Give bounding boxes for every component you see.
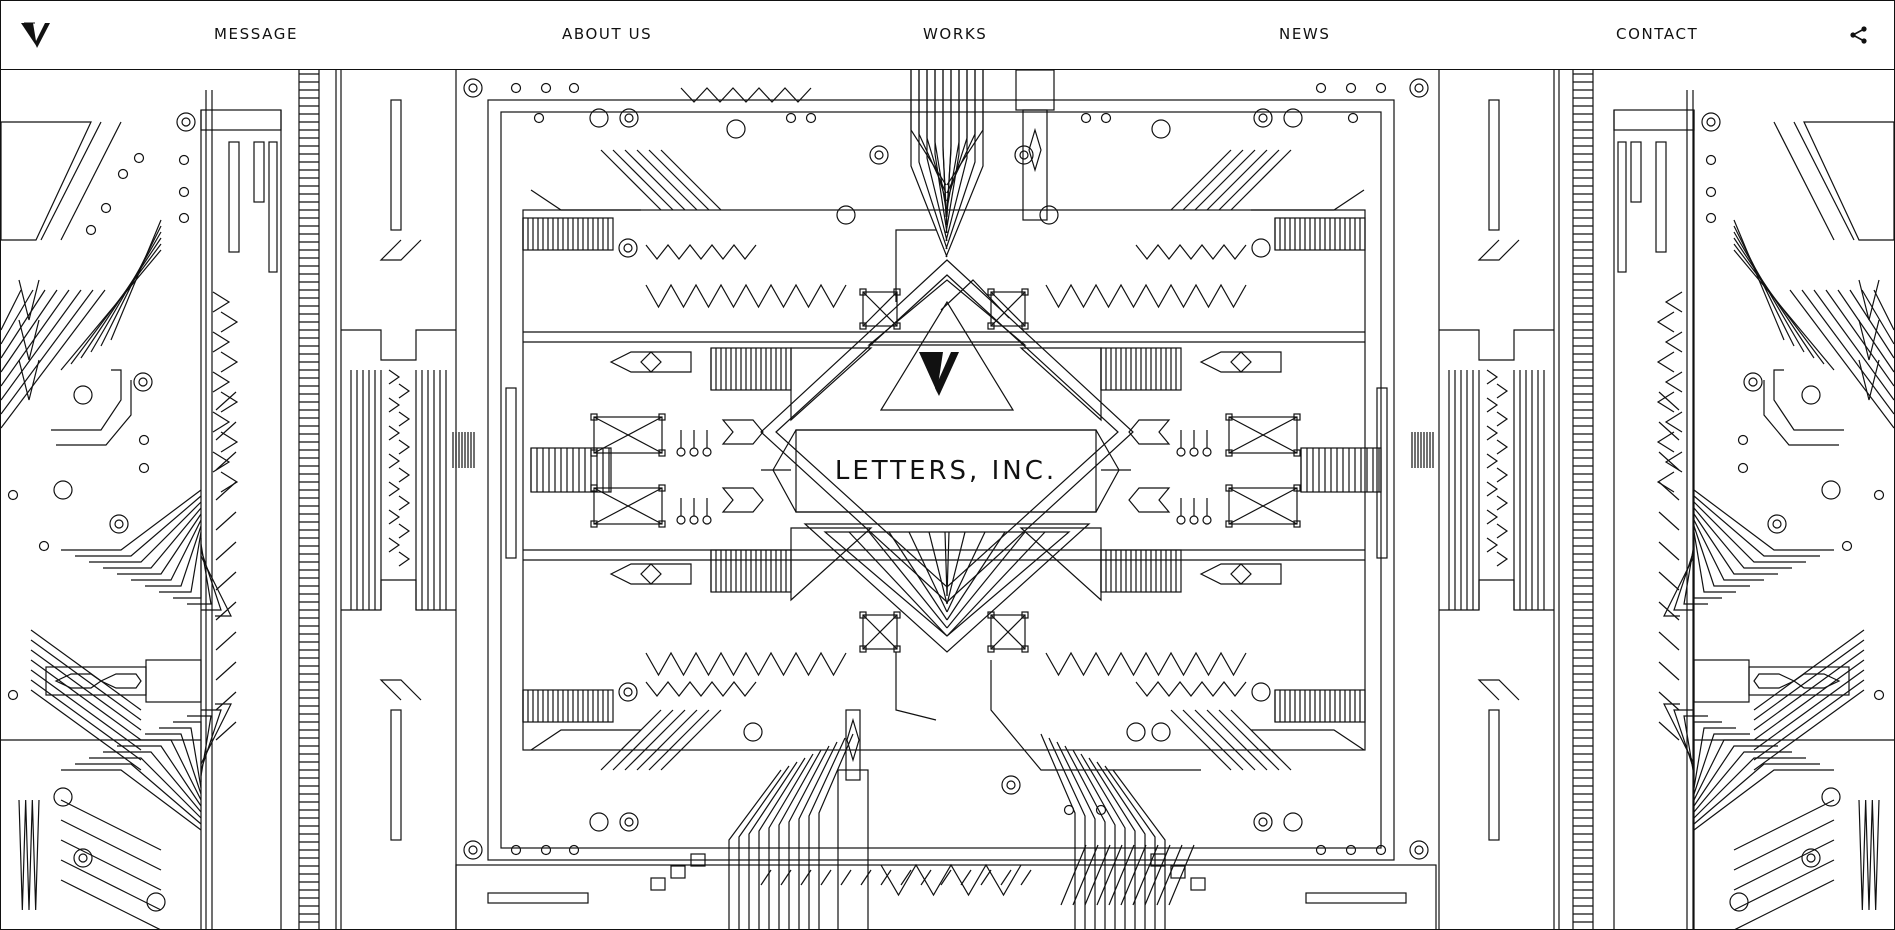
- nav-works[interactable]: WORKS: [923, 25, 987, 43]
- v-monogram-icon[interactable]: [21, 21, 51, 49]
- site-header: MESSAGE ABOUT US WORKS NEWS CONTACT: [1, 1, 1894, 70]
- page-title: LETTERS, INC.: [834, 456, 1058, 486]
- nav-news[interactable]: NEWS: [1279, 25, 1330, 43]
- nav-contact[interactable]: CONTACT: [1616, 25, 1698, 43]
- share-icon[interactable]: [1849, 25, 1869, 45]
- nav-about-us[interactable]: ABOUT US: [562, 25, 652, 43]
- page-frame: MESSAGE ABOUT US WORKS NEWS CONTACT LETT…: [0, 0, 1895, 930]
- nav-message[interactable]: MESSAGE: [214, 25, 298, 43]
- v-monogram-icon: [919, 352, 959, 396]
